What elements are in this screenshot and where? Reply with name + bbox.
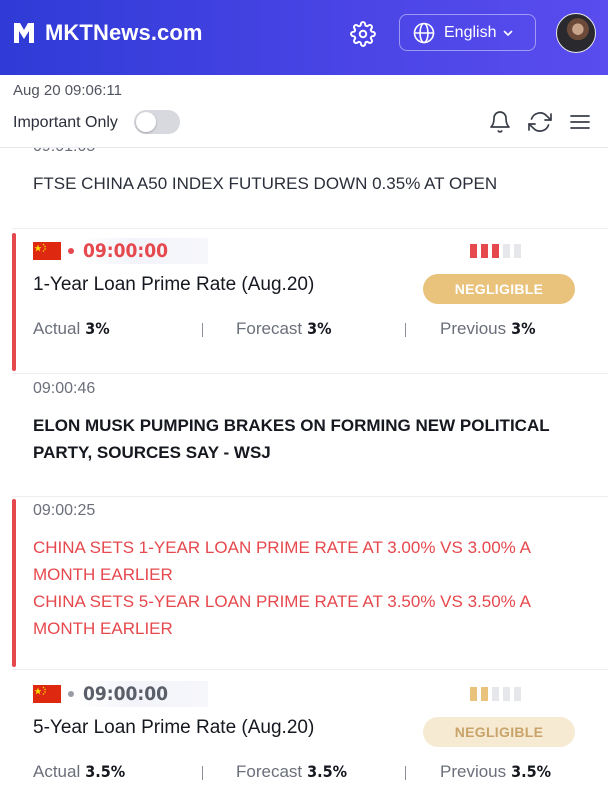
logo-mark-icon [14,23,34,43]
refresh-icon[interactable] [528,110,552,134]
importance-bar-empty [503,244,510,258]
bell-icon[interactable] [488,110,512,134]
actual-value: Actual 3.5% [33,762,126,781]
importance-bar-empty [503,687,510,701]
importance-bar-empty [514,687,521,701]
news-item[interactable]: 09:00:25 CHINA SETS 1-YEAR LOAN PRIME RA… [0,497,608,669]
language-selector[interactable]: English [399,14,536,51]
menu-icon[interactable] [568,110,592,134]
stat-divider [405,766,406,780]
settings-button[interactable] [348,19,378,49]
china-flag-icon [33,242,61,260]
globe-icon [413,22,435,43]
status-dot [68,248,74,254]
importance-stars [470,244,521,258]
stat-divider [202,323,203,337]
news-time: 09:00:25 [33,502,96,519]
news-item[interactable]: 09:01:05 FTSE CHINA A50 INDEX FUTURES DO… [0,148,608,228]
importance-bar-filled [470,244,477,258]
news-headline: ELON MUSK PUMPING BRAKES ON FORMING NEW … [33,416,550,462]
importance-bar-filled [481,244,488,258]
impact-badge: NEGLIGIBLE [423,717,575,747]
calendar-event[interactable]: 09:00:00 5-Year Loan Prime Rate (Aug.20)… [0,670,608,802]
site-logo[interactable]: MKTNews.com [12,20,203,46]
top-bar: MKTNews.com English [0,0,608,75]
previous-value: Previous 3.5% [440,762,552,781]
gear-icon [350,21,376,47]
previous-value: Previous 3% [440,319,536,338]
news-headline: CHINA SETS 5-YEAR LOAN PRIME RATE AT 3.5… [33,592,530,638]
important-only-toggle[interactable] [134,110,180,134]
event-title: 5-Year Loan Prime Rate (Aug.20) [33,717,315,738]
important-marker [12,233,16,371]
importance-bar-empty [492,687,499,701]
actual-value: Actual 3% [33,319,110,338]
language-label: English [444,23,497,41]
important-marker [12,499,16,667]
status-dot [68,691,74,697]
calendar-event[interactable]: 09:00:00 1-Year Loan Prime Rate (Aug.20)… [0,229,608,373]
news-time: 09:01:05 [33,148,95,156]
event-time: 09:00:00 [80,681,209,707]
stat-divider [202,766,203,780]
news-headline: CHINA SETS 1-YEAR LOAN PRIME RATE AT 3.0… [33,538,530,584]
event-title: 1-Year Loan Prime Rate (Aug.20) [33,274,315,295]
chevron-down-icon [504,30,513,36]
importance-bar-filled [470,687,477,701]
stat-divider [405,323,406,337]
china-flag-icon [33,685,61,703]
importance-stars [470,687,521,701]
important-only-label: Important Only [13,114,118,131]
importance-bar-filled [492,244,499,258]
user-avatar[interactable] [556,13,596,53]
toggle-knob [136,112,156,132]
importance-bar-empty [514,244,521,258]
impact-badge: NEGLIGIBLE [423,274,575,304]
news-headline: FTSE CHINA A50 INDEX FUTURES DOWN 0.35% … [33,174,498,193]
importance-bar-filled [481,687,488,701]
news-feed[interactable]: 09:01:05 FTSE CHINA A50 INDEX FUTURES DO… [0,148,608,802]
site-name: MKTNews.com [45,20,203,45]
news-time: 09:00:46 [33,380,96,397]
news-item[interactable]: 09:00:46 ELON MUSK PUMPING BRAKES ON FOR… [0,374,608,496]
forecast-value: Forecast 3% [236,319,332,338]
event-time: 09:00:00 [80,238,209,264]
forecast-value: Forecast 3.5% [236,762,348,781]
current-datetime: Aug 20 09:06:11 [13,82,122,99]
